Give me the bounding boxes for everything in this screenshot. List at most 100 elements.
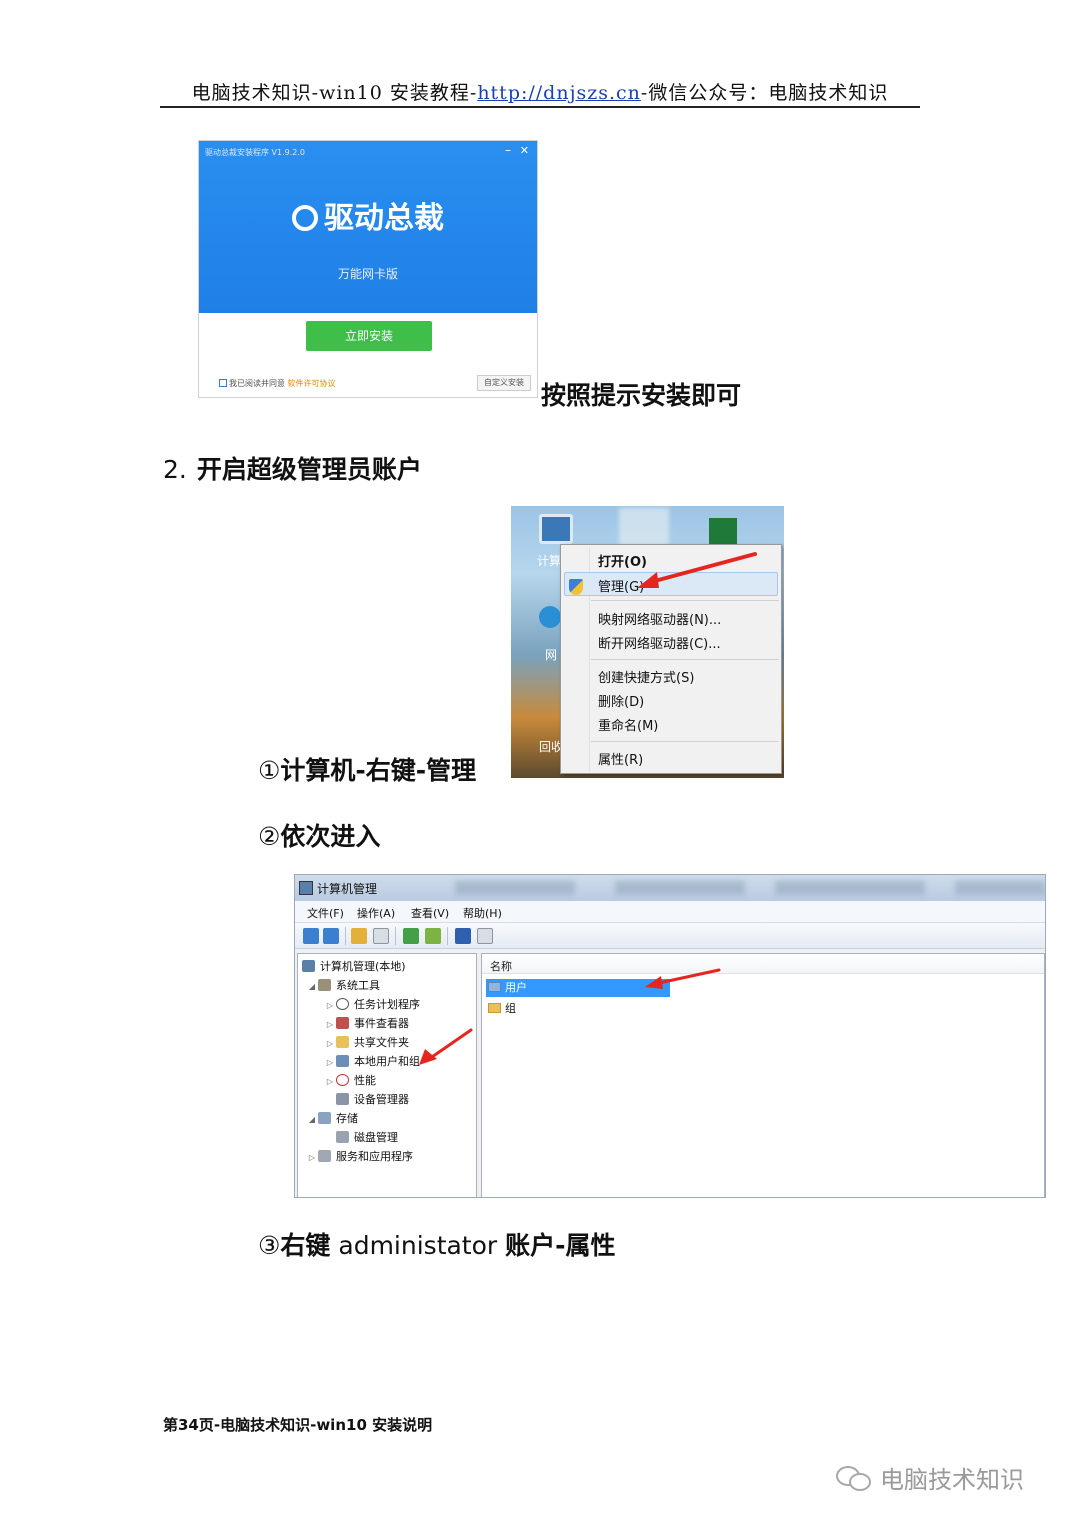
blurred-taskbar <box>955 881 1045 895</box>
menu-item-map-drive[interactable]: 映射网络驱动器(N)... <box>598 609 721 628</box>
network-icon[interactable] <box>539 606 561 628</box>
menu-help[interactable]: 帮助(H) <box>463 905 502 921</box>
computer-icon[interactable] <box>539 514 573 544</box>
tree-label: 存储 <box>336 1112 358 1125</box>
installer-banner: 驱动总裁安装程序 V1.9.2.0 – ✕ 驱动总裁 万能网卡版 <box>199 141 537 313</box>
collapsed-icon[interactable]: ▷ <box>324 1077 336 1086</box>
step-3-plain: administator <box>330 1231 506 1260</box>
header-prefix: 电脑技术知识-win10 安装教程- <box>191 82 478 104</box>
menu-action[interactable]: 操作(A) <box>357 905 395 921</box>
watermark: 电脑技术知识 <box>836 1460 1024 1495</box>
section-title: 开启超级管理员账户 <box>196 455 422 484</box>
minimize-icon[interactable]: – <box>505 143 511 157</box>
installer-brand: 驱动总裁 <box>324 201 444 236</box>
tree-item-disk-management[interactable]: 磁盘管理 <box>324 1129 398 1145</box>
close-icon[interactable]: ✕ <box>520 144 529 157</box>
red-arrow-icon <box>419 1028 473 1065</box>
red-arrow-icon <box>637 552 757 588</box>
forward-icon[interactable] <box>323 928 339 944</box>
collapsed-icon[interactable]: ▷ <box>324 1020 336 1029</box>
computer-management-screenshot: 计算机管理 文件(F) 操作(A) 查看(V) 帮助(H) 计算机管理(本地) … <box>294 874 1046 1198</box>
collapsed-icon[interactable]: ▷ <box>324 1001 336 1010</box>
tree-label: 设备管理器 <box>354 1093 409 1106</box>
step-3-bold-2: 账户-属性 <box>505 1231 616 1260</box>
header-text: 电脑技术知识-win10 安装教程-http://dnjszs.cn-微信公众号… <box>192 78 889 105</box>
header-link[interactable]: http://dnjszs.cn <box>477 82 641 104</box>
menu-view[interactable]: 查看(V) <box>411 905 449 921</box>
collapsed-icon[interactable]: ▷ <box>306 1153 318 1162</box>
tree-item-task-scheduler[interactable]: ▷ 任务计划程序 <box>324 996 420 1012</box>
watermark-text: 电脑技术知识 <box>880 1466 1024 1494</box>
tree-label: 本地用户和组 <box>354 1055 420 1068</box>
custom-install-button[interactable]: 自定义安装 <box>477 375 531 391</box>
wechat-icon <box>836 1464 874 1494</box>
refresh-icon[interactable] <box>403 928 419 944</box>
step-3: ③右键 administator 账户-属性 <box>258 1226 616 1262</box>
tree-item-event-viewer[interactable]: ▷ 事件查看器 <box>324 1015 409 1031</box>
step-3-marker: ③ <box>258 1231 281 1260</box>
export-icon[interactable] <box>425 928 441 944</box>
tools-icon <box>318 979 331 991</box>
gear-icon <box>292 205 318 231</box>
collapsed-icon[interactable]: ▷ <box>324 1039 336 1048</box>
up-folder-icon[interactable] <box>351 928 367 944</box>
storage-icon <box>318 1112 331 1124</box>
shield-icon <box>569 579 583 595</box>
blurred-taskbar <box>455 881 575 895</box>
step-2-text: 依次进入 <box>280 822 381 851</box>
header-suffix: -微信公众号：电脑技术知识 <box>640 82 889 104</box>
toolbar-separator <box>447 927 448 945</box>
expanded-icon[interactable]: ◢ <box>306 982 318 991</box>
agree-checkbox[interactable]: 我已阅读并同意 软件许可协议 <box>219 378 336 389</box>
tree-label: 事件查看器 <box>354 1017 409 1030</box>
step-2-marker: ② <box>258 822 281 851</box>
tree-label: 任务计划程序 <box>354 998 420 1011</box>
page-header: 电脑技术知识-win10 安装教程-http://dnjszs.cn-微信公众号… <box>160 76 920 108</box>
column-header[interactable]: 名称 <box>482 954 1044 974</box>
install-now-button[interactable]: 立即安装 <box>306 321 432 351</box>
menu-item-disconnect-drive[interactable]: 断开网络驱动器(C)... <box>598 633 721 652</box>
tree-item-services[interactable]: ▷ 服务和应用程序 <box>306 1148 413 1164</box>
tree-label: 计算机管理(本地) <box>320 960 406 973</box>
toolbar <box>295 923 1045 949</box>
checkbox-icon[interactable] <box>219 379 227 387</box>
computer-management-icon <box>302 960 315 972</box>
clock-icon <box>336 998 349 1010</box>
help-icon[interactable] <box>455 928 471 944</box>
tree-item-storage[interactable]: ◢ 存储 <box>306 1110 358 1126</box>
menu-item-rename[interactable]: 重命名(M) <box>598 715 658 734</box>
section-heading: 2. 开启超级管理员账户 <box>163 450 422 486</box>
action-pane-icon[interactable] <box>477 928 493 944</box>
menu-file[interactable]: 文件(F) <box>307 905 344 921</box>
list-item-groups[interactable]: 组 <box>486 1000 516 1016</box>
blurred-taskbar <box>775 881 925 895</box>
expanded-icon[interactable]: ◢ <box>306 1115 318 1124</box>
installer-logo: 驱动总裁 <box>199 193 537 237</box>
services-icon <box>318 1150 331 1162</box>
tree-item-root[interactable]: 计算机管理(本地) <box>302 958 406 974</box>
show-tree-icon[interactable] <box>373 928 389 944</box>
collapsed-icon[interactable]: ▷ <box>324 1058 336 1067</box>
tree-item-performance[interactable]: ▷ 性能 <box>324 1072 376 1088</box>
event-log-icon <box>336 1017 349 1029</box>
device-manager-icon <box>336 1093 349 1105</box>
tree-item-local-users[interactable]: ▷ 本地用户和组 <box>324 1053 420 1069</box>
tree-label: 系统工具 <box>336 979 380 992</box>
installer-screenshot: 驱动总裁安装程序 V1.9.2.0 – ✕ 驱动总裁 万能网卡版 立即安装 我已… <box>198 140 538 398</box>
menu-item-delete[interactable]: 删除(D) <box>598 691 644 710</box>
step-2: ②依次进入 <box>258 817 380 853</box>
tree-item-system-tools[interactable]: ◢ 系统工具 <box>306 977 380 993</box>
list-item-label: 用户 <box>505 981 527 994</box>
desktop-label-network: 网 <box>545 648 558 662</box>
users-icon <box>336 1055 349 1067</box>
menu-separator <box>591 600 779 601</box>
license-link[interactable]: 软件许可协议 <box>288 379 336 388</box>
menu-item-create-shortcut[interactable]: 创建快捷方式(S) <box>598 667 694 686</box>
performance-icon <box>336 1074 349 1086</box>
list-pane: 名称 用户 组 <box>481 953 1045 1197</box>
tree-item-device-manager[interactable]: 设备管理器 <box>324 1091 409 1107</box>
tree-item-shared-folders[interactable]: ▷ 共享文件夹 <box>324 1034 409 1050</box>
back-icon[interactable] <box>303 928 319 944</box>
toolbar-separator <box>345 927 346 945</box>
menu-item-properties[interactable]: 属性(R) <box>598 749 643 768</box>
